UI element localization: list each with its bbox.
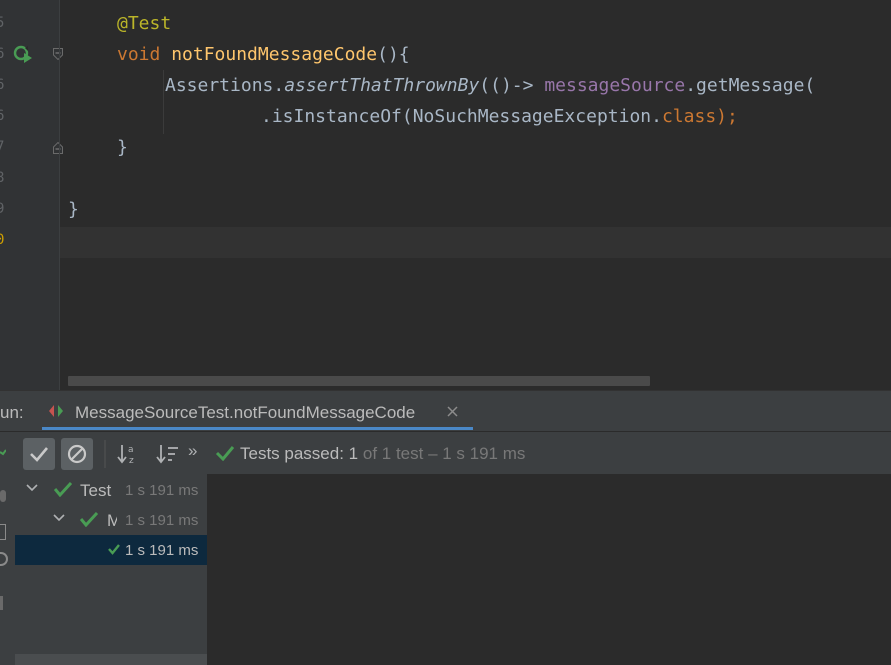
code-line-7[interactable]: } [68,194,79,225]
static-method: assertThatThrownBy [284,75,480,96]
code-text: } [117,137,128,158]
line-number: 6 [0,108,5,124]
line-number: 6 [0,77,5,93]
svg-text:a: a [128,445,134,455]
method-name: notFoundMessageCode [171,44,378,65]
passed-check-icon [108,544,120,555]
line-number: 6 [0,46,5,62]
run-tab-bar: un: MessageSourceTest.notFoundMessageCod… [0,390,891,432]
partial-icon [0,449,6,456]
run-test-gutter-icon[interactable] [13,44,35,64]
keyword: class [661,106,717,127]
test-results-tree[interactable]: Test 1 s 191 ms M 1 s 191 ms 1 s 191 ms [15,474,208,665]
code-editor[interactable]: 5 6 6 6 7 8 9 0 @Test void notFoundMessa… [0,0,891,390]
close-icon[interactable] [447,406,458,417]
indent-guide [163,70,164,134]
line-number: 9 [0,201,5,217]
svg-text:z: z [129,456,134,466]
editor-gutter: 5 6 6 6 7 8 9 0 [0,0,63,390]
passed-check-icon [80,512,98,527]
status-detail: of 1 test – 1 s 191 ms [358,444,526,463]
run-side-toolbar [0,474,15,665]
code-line-2[interactable]: void notFoundMessageCode(){ [117,39,410,70]
test-runner-toolbar: a z » Tests passed: 1 of 1 test – 1 s 19… [0,431,891,476]
code-text: .getMessage( [685,75,816,96]
dump-icon[interactable] [0,524,6,540]
line-number: 0 [0,232,5,248]
run-label: un: [0,403,24,422]
code-text: .isInstanceOf(NoSuchMessageException. [261,106,662,127]
code-line-4[interactable]: .isInstanceOf(NoSuchMessageException.cla… [261,101,738,132]
tree-duration: 1 s 191 ms [125,512,199,529]
more-actions-chevron[interactable]: » [188,441,197,461]
pin-icon[interactable] [0,596,3,610]
line-number: 5 [0,15,5,31]
tree-duration: 1 s 191 ms [125,542,199,559]
code-text: (){ [377,44,410,65]
code-text: Assertions. [165,75,285,96]
rerun-icon[interactable] [0,552,8,566]
sort-by-duration-icon[interactable] [156,442,180,466]
chevron-down-icon[interactable] [26,483,38,493]
show-ignored-toggle[interactable] [61,438,93,470]
status-count: 1 [348,444,359,463]
line-number: 8 [0,170,5,186]
test-console-output[interactable] [208,474,891,665]
toolbar-separator [104,440,106,468]
passed-check-icon [54,482,72,497]
run-tool-window: un: MessageSourceTest.notFoundMessageCod… [0,390,891,665]
fold-close-icon[interactable] [53,142,63,154]
active-tab-indicator [42,427,473,430]
code-text: } [68,199,79,220]
status-prefix: Tests passed: [240,444,349,463]
code-line-1[interactable]: @Test [117,8,171,39]
tree-node-class[interactable]: M 1 s 191 ms [15,505,207,535]
tree-label: M [107,511,117,530]
run-tab-label: MessageSourceTest.notFoundMessageCode [75,403,416,422]
fold-open-icon[interactable] [53,48,63,60]
test-status-text: Tests passed: 1 of 1 test – 1 s 191 ms [240,444,525,464]
code-text: (()-> [479,75,545,96]
tests-passed-icon [215,446,235,461]
tree-duration: 1 s 191 ms [125,482,199,499]
sort-alphabetically-icon[interactable]: a z [117,442,139,466]
stop-icon[interactable] [0,490,6,502]
tree-node-root[interactable]: Test 1 s 191 ms [15,475,207,505]
field: messageSource [544,75,686,96]
ignored-icon [67,444,87,464]
horizontal-scrollbar[interactable] [68,376,650,386]
junit-config-icon [49,405,63,417]
check-icon [30,447,48,462]
show-passed-toggle[interactable] [23,438,55,470]
chevron-down-icon[interactable] [53,513,65,523]
annotation: @Test [117,13,172,34]
code-line-3[interactable]: Assertions.assertThatThrownBy(()-> messa… [165,70,815,101]
code-text: ); [716,106,738,127]
current-line-highlight [60,227,891,258]
code-line-5[interactable]: } [117,132,128,163]
gutter-divider [59,0,60,390]
line-number: 7 [0,139,5,155]
tree-scrollbar[interactable] [15,654,207,665]
tree-node-method[interactable]: 1 s 191 ms [15,535,207,565]
tree-label: Test [80,481,112,500]
keyword: void [117,44,161,65]
